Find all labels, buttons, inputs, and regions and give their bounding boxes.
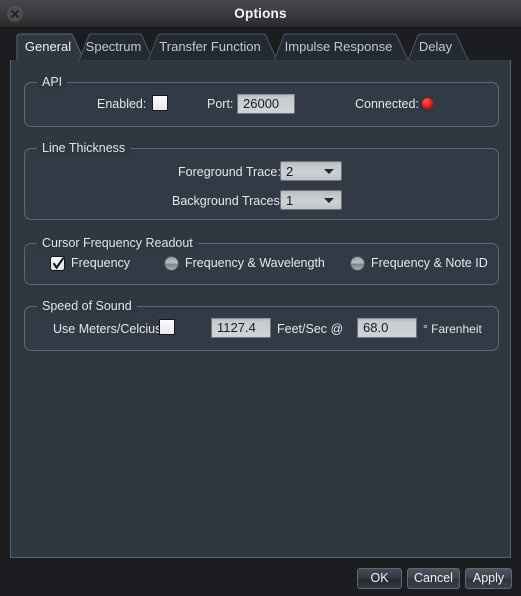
temperature-input[interactable]: 68.0: [357, 318, 417, 338]
readout-option-frequency-note-id-label: Frequency & Note ID: [371, 256, 488, 270]
background-traces-value: 1: [286, 193, 294, 208]
tab-spectrum[interactable]: Spectrum: [77, 33, 157, 61]
tab-impulse-response-label: Impulse Response: [284, 39, 393, 54]
tab-transfer-function-label: Transfer Function: [159, 39, 261, 54]
use-meters-celcius-label: Use Meters/Celcius:: [53, 322, 165, 336]
radio-unselected-icon[interactable]: [164, 256, 179, 271]
api-enabled-checkbox[interactable]: [152, 95, 168, 111]
tab-transfer-function[interactable]: Transfer Function: [146, 33, 281, 61]
group-line-thickness: Line Thickness Foreground Trace: 2 Backg…: [24, 141, 499, 220]
window-title: Options: [234, 6, 287, 21]
group-line-thickness-title: Line Thickness: [37, 141, 131, 155]
cancel-button[interactable]: Cancel: [407, 568, 460, 589]
foreground-trace-label: Foreground Trace:: [178, 165, 281, 179]
dialog-button-bar: OK Cancel Apply: [0, 560, 521, 596]
speed-unit-label: Feet/Sec @: [277, 322, 344, 336]
readout-option-frequency-label: Frequency: [71, 256, 131, 270]
apply-button[interactable]: Apply: [465, 568, 512, 589]
api-enabled-label: Enabled:: [97, 97, 147, 111]
tab-spectrum-label: Spectrum: [85, 39, 142, 54]
chevron-down-icon: [324, 198, 334, 203]
tab-impulse-response[interactable]: Impulse Response: [272, 33, 412, 61]
foreground-trace-select[interactable]: 2: [280, 161, 342, 181]
chevron-down-icon: [324, 169, 334, 174]
group-api: API Enabled: Port: 26000 Connected:: [24, 75, 499, 127]
group-speed-of-sound-title: Speed of Sound: [37, 299, 137, 313]
group-speed-of-sound: Speed of Sound Use Meters/Celcius: 1127.…: [24, 299, 499, 351]
options-panel: API Enabled: Port: 26000 Connected: Line…: [10, 60, 511, 558]
api-connected-label: Connected:: [355, 97, 419, 111]
background-traces-label: Background Traces:: [172, 194, 284, 208]
radio-selected-icon[interactable]: [50, 256, 65, 271]
readout-option-frequency-note-id[interactable]: Frequency & Note ID: [350, 256, 488, 271]
title-bar: Options: [0, 0, 521, 28]
group-cursor-readout-title: Cursor Frequency Readout: [37, 236, 198, 250]
tab-delay-label: Delay: [418, 39, 453, 54]
radio-unselected-icon[interactable]: [350, 256, 365, 271]
api-connected-led: [422, 98, 433, 109]
group-cursor-readout: Cursor Frequency Readout Frequency Frequ…: [24, 236, 499, 285]
api-port-label: Port:: [207, 97, 234, 111]
temperature-unit-label: ° Farenheit: [423, 322, 482, 336]
tab-bar: General Spectrum Transfer Function Impul…: [0, 28, 521, 61]
ok-button[interactable]: OK: [357, 568, 402, 589]
readout-option-frequency-wavelength-label: Frequency & Wavelength: [185, 256, 325, 270]
group-api-title: API: [37, 75, 68, 89]
readout-option-frequency-wavelength[interactable]: Frequency & Wavelength: [164, 256, 325, 271]
tab-delay[interactable]: Delay: [406, 33, 472, 61]
use-meters-celcius-checkbox[interactable]: [159, 319, 175, 335]
speed-of-sound-input[interactable]: 1127.4: [211, 318, 271, 338]
background-traces-select[interactable]: 1: [280, 190, 342, 210]
api-port-input[interactable]: 26000: [237, 94, 295, 114]
foreground-trace-value: 2: [286, 164, 294, 179]
